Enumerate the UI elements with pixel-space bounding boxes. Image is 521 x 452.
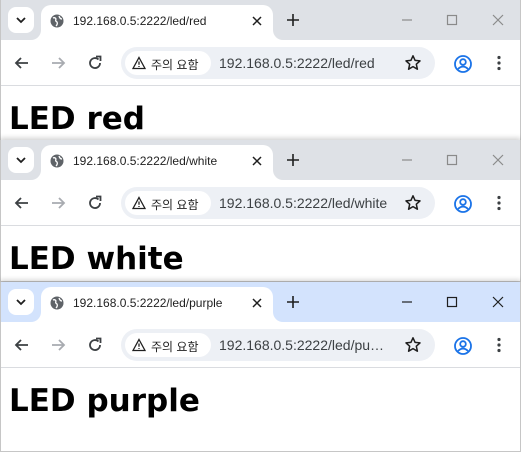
active-tab[interactable]: 192.168.0.5:2222/led/white — [41, 145, 273, 180]
page-content: LED white — [1, 226, 520, 281]
browser-window-red: 192.168.0.5:2222/led/red 주의 요함 192.168.0… — [0, 0, 521, 142]
more-menu-icon[interactable] — [490, 54, 508, 72]
close-tab-icon[interactable] — [249, 153, 265, 169]
security-chip[interactable]: 주의 요함 — [125, 333, 211, 357]
browser-window-purple: 192.168.0.5:2222/led/purple 주의 요함 192.16… — [0, 282, 521, 452]
new-tab-icon[interactable] — [285, 294, 301, 310]
more-menu-icon[interactable] — [490, 336, 508, 354]
new-tab-icon[interactable] — [285, 12, 301, 28]
maximize-icon[interactable] — [444, 294, 460, 310]
toolbar: 주의 요함 192.168.0.5:2222/led/purple — [1, 322, 520, 368]
tab-title: 192.168.0.5:2222/led/purple — [73, 296, 223, 310]
profile-icon[interactable] — [453, 194, 473, 214]
toolbar: 주의 요함 192.168.0.5:2222/led/red — [1, 40, 520, 86]
reload-icon[interactable] — [86, 194, 104, 212]
tab-strip: 192.168.0.5:2222/led/white — [1, 140, 520, 180]
profile-icon[interactable] — [453, 336, 473, 356]
tab-strip: 192.168.0.5:2222/led/red — [1, 0, 520, 40]
close-window-icon[interactable] — [490, 12, 506, 28]
tab-title: 192.168.0.5:2222/led/red — [73, 14, 207, 28]
address-bar[interactable]: 주의 요함 192.168.0.5:2222/led/white — [121, 187, 435, 219]
back-arrow-icon[interactable] — [13, 194, 31, 212]
minimize-icon[interactable] — [399, 12, 415, 28]
chevron-down-icon — [16, 17, 26, 24]
security-chip[interactable]: 주의 요함 — [125, 51, 211, 75]
warning-icon — [132, 56, 146, 70]
minimize-icon[interactable] — [399, 294, 415, 310]
security-label: 주의 요함 — [151, 58, 199, 72]
chevron-down-icon — [16, 299, 26, 306]
toolbar: 주의 요함 192.168.0.5:2222/led/white — [1, 180, 520, 226]
security-label: 주의 요함 — [151, 340, 199, 354]
bookmark-star-icon[interactable] — [404, 54, 422, 72]
page-heading: LED red — [9, 101, 145, 137]
tab-strip: 192.168.0.5:2222/led/purple — [1, 282, 520, 322]
warning-icon — [132, 196, 146, 210]
url-text[interactable]: 192.168.0.5:2222/led/white — [219, 195, 397, 211]
page-content: LED red — [1, 86, 520, 141]
close-tab-icon[interactable] — [249, 13, 265, 29]
profile-icon[interactable] — [453, 54, 473, 74]
maximize-icon[interactable] — [444, 152, 460, 168]
browser-window-white: 192.168.0.5:2222/led/white 주의 요함 192.168… — [0, 140, 521, 282]
url-text[interactable]: 192.168.0.5:2222/led/red — [219, 55, 397, 71]
forward-arrow-icon[interactable] — [49, 194, 67, 212]
reload-icon[interactable] — [86, 54, 104, 72]
security-chip[interactable]: 주의 요함 — [125, 191, 211, 215]
warning-icon — [132, 338, 146, 352]
back-arrow-icon[interactable] — [13, 54, 31, 72]
reload-icon[interactable] — [86, 336, 104, 354]
page-heading: LED purple — [9, 383, 200, 419]
address-bar[interactable]: 주의 요함 192.168.0.5:2222/led/purple — [121, 329, 435, 361]
globe-icon — [50, 154, 64, 168]
globe-icon — [50, 14, 64, 28]
address-bar[interactable]: 주의 요함 192.168.0.5:2222/led/red — [121, 47, 435, 79]
forward-arrow-icon[interactable] — [49, 54, 67, 72]
more-menu-icon[interactable] — [490, 194, 508, 212]
chevron-down-icon — [16, 157, 26, 164]
globe-icon — [50, 296, 64, 310]
maximize-icon[interactable] — [444, 12, 460, 28]
active-tab[interactable]: 192.168.0.5:2222/led/purple — [41, 287, 273, 322]
new-tab-icon[interactable] — [285, 152, 301, 168]
back-arrow-icon[interactable] — [13, 336, 31, 354]
page-heading: LED white — [9, 241, 184, 277]
bookmark-star-icon[interactable] — [404, 336, 422, 354]
bookmark-star-icon[interactable] — [404, 194, 422, 212]
url-text[interactable]: 192.168.0.5:2222/led/purple — [219, 337, 387, 353]
security-label: 주의 요함 — [151, 198, 199, 212]
close-window-icon[interactable] — [490, 294, 506, 310]
close-window-icon[interactable] — [490, 152, 506, 168]
close-tab-icon[interactable] — [249, 295, 265, 311]
tab-title: 192.168.0.5:2222/led/white — [73, 154, 218, 168]
page-content: LED purple — [1, 368, 520, 434]
forward-arrow-icon[interactable] — [49, 336, 67, 354]
active-tab[interactable]: 192.168.0.5:2222/led/red — [41, 5, 273, 40]
minimize-icon[interactable] — [399, 152, 415, 168]
